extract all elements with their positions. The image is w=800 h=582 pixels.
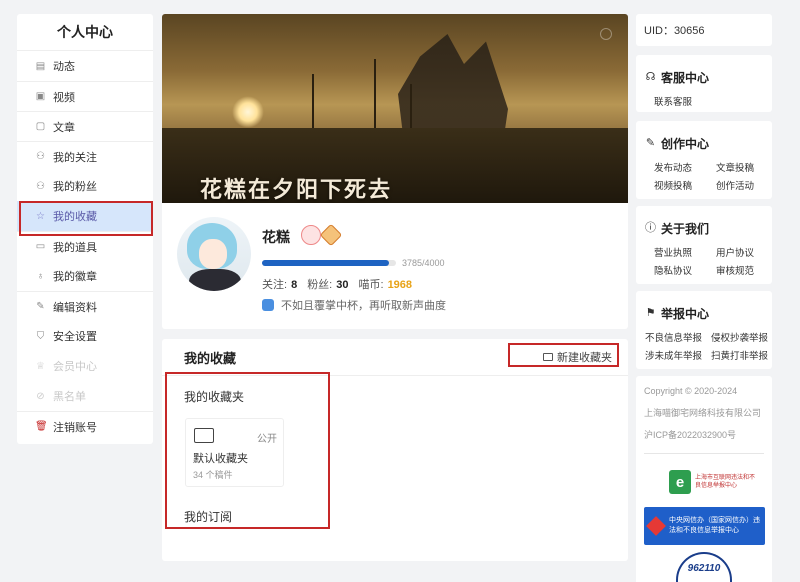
cac-report-logo[interactable]: 中央网信办（国家网信办）违法和不良信息举报中心: [644, 507, 765, 545]
video-submit-link[interactable]: 视频投稿: [654, 178, 716, 192]
sidebar-item-feed[interactable]: ▤ 动态: [17, 51, 153, 81]
coins-stat: 喵币: 1968: [358, 279, 413, 291]
banner-sun: [232, 96, 264, 128]
exp-progress-fill: [262, 260, 389, 266]
report-bad-info-link[interactable]: 不良信息举报: [645, 330, 711, 344]
edit-icon: ✎: [36, 301, 45, 312]
footer-card: Copyright © 2020-2024 上海喵御宅网络科技有限公司 沪ICP…: [636, 376, 772, 582]
e-logo-icon: e: [669, 470, 691, 494]
cac-logo-icon: [646, 516, 666, 536]
copyright: Copyright © 2020-2024: [644, 386, 738, 396]
highlight-box-folders: [165, 372, 330, 529]
exp-text: 3785/4000: [402, 258, 445, 268]
sidebar-item-blacklist[interactable]: ⊘ 黑名单: [17, 381, 153, 411]
username: 花糕: [262, 229, 290, 245]
collection-title: 我的收藏: [184, 350, 237, 366]
creation-card: ✎ 创作中心 发布动态 文章投稿 视频投稿 创作活动: [636, 121, 772, 199]
sidebar-item-security[interactable]: ⛉ 安全设置: [17, 321, 153, 351]
profile-card: 花糕 3785/4000 关注: 8 粉丝: 30 喵币: 1968 不如且覆掌中杯，…: [162, 203, 628, 329]
sidebar-item-edit-profile[interactable]: ✎ 编辑资料: [17, 291, 153, 321]
about-card: ⓘ 关于我们 营业执照 用户协议 隐私协议 审核规范: [636, 206, 772, 284]
report-porn-link[interactable]: 扫黄打非举报: [711, 348, 777, 362]
sidebar-item-badges[interactable]: ♁ 我的徽章: [17, 261, 153, 291]
signature-icon: [262, 299, 274, 311]
banner-caption: 花糕在夕阳下死去: [200, 177, 393, 202]
fans-stat[interactable]: 粉丝: 30: [307, 276, 348, 292]
sidebar-item-article[interactable]: ▢ 文章: [17, 111, 153, 141]
sidebar-item-video[interactable]: ▣ 视频: [17, 81, 153, 111]
962110-logo[interactable]: 962110: [676, 552, 732, 582]
review-rules-link[interactable]: 审核规范: [716, 263, 778, 277]
sidebar-item-delete-account[interactable]: 🗑 注销账号: [17, 411, 153, 441]
feed-icon: ▤: [35, 60, 46, 72]
banner-settings-icon[interactable]: [600, 28, 612, 40]
highlight-box-new-folder: [508, 343, 619, 367]
sidebar-item-fans[interactable]: ⚇ 我的粉丝: [17, 171, 153, 201]
profile-stats: 关注: 8 粉丝: 30 喵币: 1968: [262, 276, 412, 292]
sidebar-item-following[interactable]: ⚇ 我的关注: [17, 141, 153, 171]
creation-activity-link[interactable]: 创作活动: [716, 178, 778, 192]
pig-badge-icon: [301, 225, 321, 245]
shield-icon: ⛉: [36, 330, 45, 342]
following-stat[interactable]: 关注: 8: [262, 276, 297, 292]
avatar[interactable]: [177, 217, 251, 291]
contact-service-link[interactable]: 联系客服: [654, 94, 716, 108]
blacklist-icon: ⊘: [36, 390, 45, 402]
profile-banner: 花糕在夕阳下死去: [162, 14, 628, 203]
crown-icon: ♕: [36, 360, 45, 372]
business-license-link[interactable]: 营业执照: [654, 245, 716, 259]
sidebar-item-vip[interactable]: ♕ 会员中心: [17, 351, 153, 381]
creation-icon: ✎: [645, 137, 656, 149]
icp-number: 沪ICP备2022032900号: [644, 430, 737, 440]
report-infringement-link[interactable]: 侵权抄袭举报: [711, 330, 777, 344]
company-name: 上海喵御宅网络科技有限公司: [644, 408, 762, 418]
article-submit-link[interactable]: 文章投稿: [716, 160, 778, 174]
badge-icon: ♁: [36, 270, 45, 282]
trash-icon: 🗑: [35, 421, 48, 432]
uid-card: UID：30656: [636, 14, 772, 46]
medal-badge-icon: [319, 223, 343, 247]
report-card: ⚑ 举报中心 不良信息举报 侵权抄袭举报 涉未成年举报 扫黄打非举报: [636, 291, 772, 369]
publish-post-link[interactable]: 发布动态: [654, 160, 716, 174]
fans-icon: ⚇: [36, 180, 45, 192]
report-minor-link[interactable]: 涉未成年举报: [645, 348, 711, 362]
props-icon: ▭: [35, 241, 46, 252]
article-icon: ▢: [35, 121, 46, 132]
flag-icon: ⚑: [645, 307, 656, 319]
follow-icon: ⚇: [36, 151, 45, 162]
video-icon: ▣: [35, 91, 46, 102]
exp-progress-bar: [262, 260, 396, 266]
highlight-box-favorites: [19, 201, 153, 236]
service-card: ☊ 客服中心 联系客服: [636, 55, 772, 112]
sidebar-title: 个人中心: [17, 14, 153, 51]
user-agreement-link[interactable]: 用户协议: [716, 245, 778, 259]
privacy-link[interactable]: 隐私协议: [654, 263, 716, 277]
headset-icon: ☊: [645, 71, 656, 83]
signature: 不如且覆掌中杯，再听取新声曲度: [262, 297, 446, 313]
info-icon: ⓘ: [645, 222, 656, 234]
shanghai-report-logo[interactable]: e 上海市互联网违法和不良信息举报中心: [669, 468, 759, 496]
